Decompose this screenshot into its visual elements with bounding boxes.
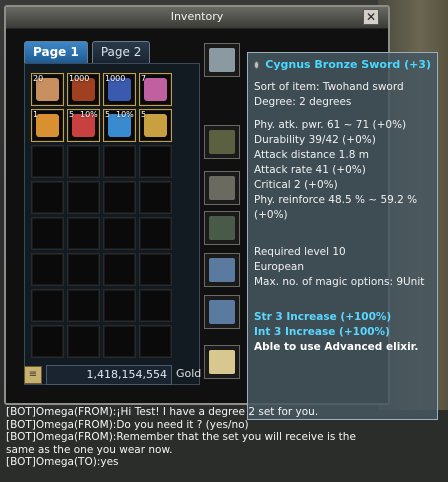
slot-percent: 10% [80, 110, 98, 119]
inventory-slot-empty[interactable] [139, 253, 172, 286]
inventory-slot-empty[interactable] [139, 289, 172, 322]
bag-panel: 20 1000 1000 7 1 5 10% 5 10% 5 [24, 63, 200, 385]
equipment-slot[interactable] [204, 253, 240, 287]
slot-quantity: 5 [105, 110, 111, 119]
slot-quantity: 5 [69, 110, 75, 119]
chat-line: [BOT]Omega(FROM):Do you need it ? (yes/n… [6, 418, 249, 431]
inventory-slot-empty[interactable] [31, 253, 64, 286]
tooltip-line: Attack rate 41 (+0%) [254, 164, 366, 176]
slot-quantity: 20 [33, 74, 44, 83]
tooltip-line: Max. no. of magic options: 9Unit [254, 276, 425, 288]
inventory-slot-empty[interactable] [139, 217, 172, 250]
gold-amount: 1,418,154,554 [46, 365, 172, 385]
close-icon[interactable]: ✕ [363, 9, 379, 25]
inventory-slot-empty[interactable] [67, 253, 100, 286]
inventory-slot-item[interactable]: 1000 [67, 73, 100, 106]
inventory-slot-empty[interactable] [67, 325, 100, 358]
inventory-slot-empty[interactable] [139, 325, 172, 358]
inventory-slot-empty[interactable] [139, 145, 172, 178]
chat-line: [BOT]Omega(TO):yes [6, 456, 119, 468]
inventory-slot-empty[interactable] [67, 181, 100, 214]
chat-line: same as the one you wear now. [6, 443, 173, 456]
inventory-slot-empty[interactable] [67, 217, 100, 250]
gold-label: Gold [176, 367, 202, 380]
slot-quantity: 1000 [105, 74, 126, 83]
chest-armor-icon [209, 176, 235, 200]
tooltip-line: Phy. reinforce 48.5 % ~ 59.2 % [254, 194, 418, 206]
tooltip-line: Required level 10 [254, 246, 346, 258]
equipment-slot[interactable] [204, 43, 240, 77]
chat-log: [BOT]Omega(FROM):¡Hi Test! I have a degr… [4, 406, 444, 478]
inventory-slot-item[interactable]: 5 [139, 109, 172, 142]
inventory-slot-empty[interactable] [139, 181, 172, 214]
chat-line: [BOT]Omega(FROM):¡Hi Test! I have a degr… [6, 406, 319, 418]
tooltip-line: European [254, 261, 305, 273]
inventory-slot-empty[interactable] [103, 217, 136, 250]
inventory-slot-empty[interactable] [31, 325, 64, 358]
inventory-slot-empty[interactable] [103, 181, 136, 214]
gold-coin-icon[interactable]: ≡ [24, 366, 42, 384]
inventory-slot-empty[interactable] [31, 217, 64, 250]
inventory-grid: 20 1000 1000 7 1 5 10% 5 10% 5 [31, 73, 193, 358]
inventory-slot-empty[interactable] [67, 145, 100, 178]
inventory-slot-empty[interactable] [103, 253, 136, 286]
sword-icon [209, 48, 235, 72]
inventory-slot-item[interactable]: 5 10% [103, 109, 136, 142]
equipment-slot[interactable] [204, 125, 240, 159]
inventory-slot-empty[interactable] [31, 145, 64, 178]
slot-quantity: 1 [33, 110, 39, 119]
inventory-slot-empty[interactable] [31, 289, 64, 322]
tooltip-line: Phy. atk. pwr. 61 ~ 71 (+0%) [254, 119, 407, 131]
tooltip-blue-option: Str 3 Increase (+100%) [254, 311, 392, 323]
equipment-slot[interactable] [204, 171, 240, 205]
tooltip-name-text: Cygnus Bronze Sword (+3) [265, 58, 431, 71]
slot-percent: 10% [116, 110, 134, 119]
shoulder-armor-icon [209, 130, 235, 154]
leg-armor-icon [209, 216, 235, 240]
tab-page-2[interactable]: Page 2 [91, 41, 151, 63]
equipment-slot[interactable] [204, 211, 240, 245]
tooltip-line: Attack distance 1.8 m [254, 149, 369, 161]
equipment-slot[interactable] [204, 295, 240, 329]
inventory-slot-item[interactable]: 5 10% [67, 109, 100, 142]
tooltip-line: Degree: 2 degrees [254, 96, 352, 108]
tab-page-1[interactable]: Page 1 [24, 41, 88, 63]
tooltip-footer: Able to use Advanced elixir. [254, 341, 419, 353]
stone-icon [144, 114, 167, 137]
inventory-slot-item[interactable]: 1000 [103, 73, 136, 106]
inventory-slot-empty[interactable] [103, 325, 136, 358]
inventory-tabs: Page 1 Page 2 [24, 41, 151, 63]
tooltip-line: Critical 2 (+0%) [254, 179, 338, 191]
slot-quantity: 7 [141, 74, 147, 83]
inventory-slot-empty[interactable] [31, 181, 64, 214]
inventory-slot-empty[interactable] [103, 289, 136, 322]
chat-line: [BOT]Omega(FROM):Remember that the set y… [6, 431, 356, 443]
window-title: Inventory [170, 10, 224, 23]
earring-icon [209, 258, 235, 282]
item-grade-icon [254, 60, 260, 69]
inventory-slot-item[interactable]: 20 [31, 73, 64, 106]
equipment-slot[interactable] [204, 345, 240, 379]
tooltip-blue-option: Int 3 Increase (+100%) [254, 326, 390, 338]
tooltip-item-name: Cygnus Bronze Sword (+3) [254, 57, 431, 72]
inventory-slot-empty[interactable] [67, 289, 100, 322]
inventory-slot-item[interactable]: 7 [139, 73, 172, 106]
pill-icon [144, 78, 167, 101]
slot-quantity: 1000 [69, 74, 90, 83]
avatar-icon [209, 350, 235, 374]
ring-icon [209, 300, 235, 324]
item-tooltip: Cygnus Bronze Sword (+3) Sort of item: T… [247, 52, 438, 420]
inventory-slot-empty[interactable] [103, 145, 136, 178]
tooltip-line: Durability 39/42 (+0%) [254, 134, 376, 146]
tooltip-line: Sort of item: Twohand sword [254, 81, 404, 93]
inventory-slot-item[interactable]: 1 [31, 109, 64, 142]
slot-quantity: 5 [141, 110, 147, 119]
gold-bar: ≡ 1,418,154,554 Gold [24, 365, 202, 385]
pet-icon [36, 114, 59, 137]
tooltip-line: (+0%) [254, 209, 288, 221]
inventory-titlebar[interactable]: Inventory ✕ [6, 7, 388, 29]
